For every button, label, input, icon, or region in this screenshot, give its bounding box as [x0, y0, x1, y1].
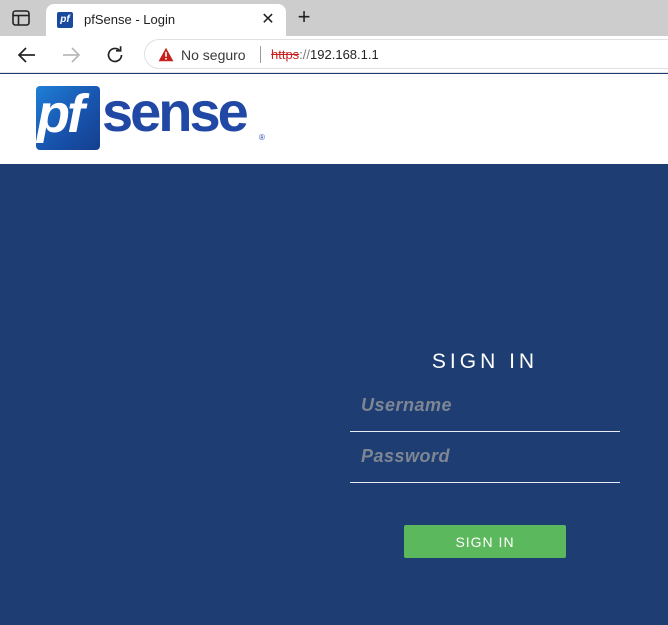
login-panel: SIGN IN SIGN IN [0, 164, 668, 625]
address-bar[interactable]: No seguro https://192.168.1.1 [144, 39, 668, 69]
url-text[interactable]: https://192.168.1.1 [271, 47, 379, 62]
url-separator: :// [299, 47, 311, 62]
pfsense-logo: pf sense ® [36, 80, 268, 152]
forward-arrow-icon[interactable] [58, 42, 84, 68]
logo-badge: pf [36, 86, 100, 150]
new-tab-button[interactable]: + [294, 6, 314, 28]
logo-registered-mark: ® [259, 133, 265, 142]
address-divider [260, 46, 261, 63]
url-scheme: https [271, 47, 300, 62]
reload-icon[interactable] [102, 42, 128, 68]
browser-tab-strip: pf pfSense - Login ✕ + [0, 0, 668, 36]
page-header: pf sense ® [0, 74, 668, 164]
password-input[interactable] [350, 439, 620, 482]
security-status-label[interactable]: No seguro [181, 47, 246, 63]
url-host: 192.168.1.1 [310, 47, 379, 62]
tab-title: pfSense - Login [84, 12, 176, 27]
username-field [350, 388, 620, 432]
tab-actions-icon[interactable] [12, 10, 30, 26]
pfsense-favicon-icon: pf [57, 12, 73, 28]
signin-heading: SIGN IN [431, 350, 539, 373]
back-arrow-icon[interactable] [14, 42, 40, 68]
logo-sense-text: sense [102, 80, 249, 143]
warning-icon[interactable] [158, 47, 174, 62]
username-input[interactable] [350, 388, 620, 431]
signin-button[interactable]: SIGN IN [404, 525, 566, 558]
password-field [350, 439, 620, 483]
browser-toolbar: No seguro https://192.168.1.1 [0, 36, 668, 73]
logo-pf-text: pf [37, 86, 85, 144]
close-tab-icon[interactable]: ✕ [258, 10, 278, 30]
browser-tab[interactable]: pf pfSense - Login ✕ [46, 4, 286, 36]
